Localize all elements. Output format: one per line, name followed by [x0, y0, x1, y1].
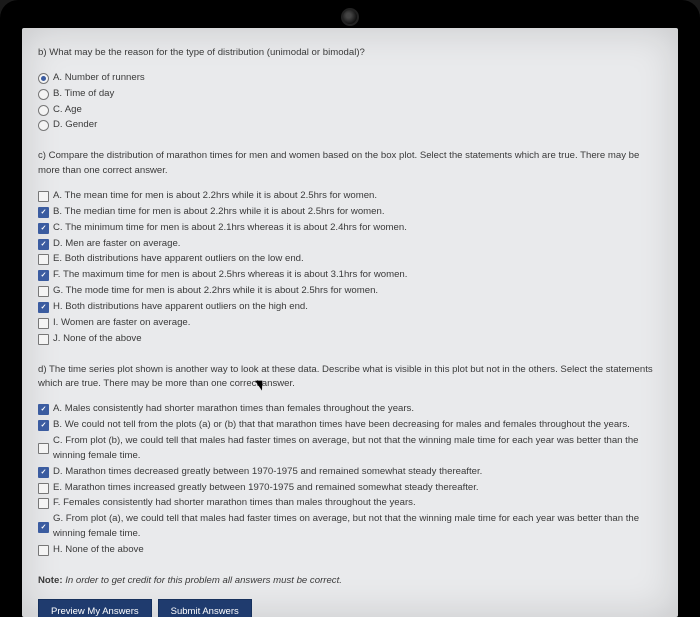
- option-label: G. The mode time for men is about 2.2hrs…: [53, 284, 378, 299]
- radio-icon[interactable]: [38, 120, 49, 131]
- option-label: D. Marathon times decreased greatly betw…: [53, 465, 482, 480]
- quiz-screen: b) What may be the reason for the type o…: [22, 28, 678, 617]
- checkbox-icon[interactable]: [38, 443, 49, 454]
- option-label: B. Time of day: [53, 87, 114, 102]
- question-c-prompt: c) Compare the distribution of marathon …: [38, 149, 662, 179]
- option-label: F. Females consistently had shorter mara…: [53, 496, 416, 511]
- checkbox-icon[interactable]: [38, 420, 49, 431]
- question-c-options: A. The mean time for men is about 2.2hrs…: [38, 189, 662, 347]
- checkbox-icon[interactable]: [38, 318, 49, 329]
- option-label: F. The maximum time for men is about 2.5…: [53, 268, 407, 283]
- checkbox-icon[interactable]: [38, 498, 49, 509]
- button-row: Preview My Answers Submit Answers: [38, 599, 662, 617]
- checkbox-icon[interactable]: [38, 545, 49, 556]
- option-d-h[interactable]: H. None of the above: [38, 543, 662, 558]
- checkbox-icon[interactable]: [38, 270, 49, 281]
- checkbox-icon[interactable]: [38, 239, 49, 250]
- option-label: A. Males consistently had shorter marath…: [53, 402, 414, 417]
- option-label: C. From plot (b), we could tell that mal…: [53, 434, 662, 464]
- option-d-b[interactable]: B. We could not tell from the plots (a) …: [38, 418, 662, 433]
- checkbox-icon[interactable]: [38, 483, 49, 494]
- option-c-e[interactable]: E. Both distributions have apparent outl…: [38, 252, 662, 267]
- checkbox-icon[interactable]: [38, 207, 49, 218]
- checkbox-icon[interactable]: [38, 467, 49, 478]
- credit-note: Note: In order to get credit for this pr…: [38, 574, 662, 589]
- radio-icon[interactable]: [38, 105, 49, 116]
- option-label: D. Men are faster on average.: [53, 237, 180, 252]
- option-d-f[interactable]: F. Females consistently had shorter mara…: [38, 496, 662, 511]
- option-c-a[interactable]: A. The mean time for men is about 2.2hrs…: [38, 189, 662, 204]
- submit-button[interactable]: Submit Answers: [158, 599, 252, 617]
- question-d-options: A. Males consistently had shorter marath…: [38, 402, 662, 558]
- option-d-e[interactable]: E. Marathon times increased greatly betw…: [38, 481, 662, 496]
- option-d-d[interactable]: D. Marathon times decreased greatly betw…: [38, 465, 662, 480]
- checkbox-icon[interactable]: [38, 404, 49, 415]
- option-label: H. Both distributions have apparent outl…: [53, 300, 308, 315]
- option-label: I. Women are faster on average.: [53, 316, 190, 331]
- option-label: H. None of the above: [53, 543, 144, 558]
- option-c-b[interactable]: B. The median time for men is about 2.2h…: [38, 205, 662, 220]
- option-label: C. Age: [53, 103, 82, 118]
- option-c-i[interactable]: I. Women are faster on average.: [38, 316, 662, 331]
- option-label: A. The mean time for men is about 2.2hrs…: [53, 189, 377, 204]
- option-d-c[interactable]: C. From plot (b), we could tell that mal…: [38, 434, 662, 464]
- laptop-frame: b) What may be the reason for the type o…: [0, 0, 700, 617]
- option-c-c[interactable]: C. The minimum time for men is about 2.1…: [38, 221, 662, 236]
- checkbox-icon[interactable]: [38, 223, 49, 234]
- option-label: E. Marathon times increased greatly betw…: [53, 481, 479, 496]
- checkbox-icon[interactable]: [38, 254, 49, 265]
- option-c-g[interactable]: G. The mode time for men is about 2.2hrs…: [38, 284, 662, 299]
- checkbox-icon[interactable]: [38, 286, 49, 297]
- option-b-d[interactable]: D. Gender: [38, 118, 662, 133]
- radio-icon[interactable]: [38, 73, 49, 84]
- option-label: G. From plot (a), we could tell that mal…: [53, 512, 662, 542]
- option-label: B. We could not tell from the plots (a) …: [53, 418, 630, 433]
- preview-button[interactable]: Preview My Answers: [38, 599, 152, 617]
- option-b-a[interactable]: A. Number of runners: [38, 71, 662, 86]
- checkbox-icon[interactable]: [38, 334, 49, 345]
- option-b-b[interactable]: B. Time of day: [38, 87, 662, 102]
- option-b-c[interactable]: C. Age: [38, 103, 662, 118]
- option-label: D. Gender: [53, 118, 97, 133]
- question-b-options: A. Number of runners B. Time of day C. A…: [38, 71, 662, 133]
- question-b-prompt: b) What may be the reason for the type o…: [38, 46, 662, 61]
- note-text: In order to get credit for this problem …: [65, 575, 342, 586]
- camera-icon: [341, 8, 359, 26]
- option-c-d[interactable]: D. Men are faster on average.: [38, 237, 662, 252]
- checkbox-icon[interactable]: [38, 522, 49, 533]
- checkbox-icon[interactable]: [38, 191, 49, 202]
- option-c-h[interactable]: H. Both distributions have apparent outl…: [38, 300, 662, 315]
- option-d-a[interactable]: A. Males consistently had shorter marath…: [38, 402, 662, 417]
- question-d-prompt: d) The time series plot shown is another…: [38, 363, 662, 393]
- option-d-g[interactable]: G. From plot (a), we could tell that mal…: [38, 512, 662, 542]
- option-label: J. None of the above: [53, 332, 142, 347]
- option-c-f[interactable]: F. The maximum time for men is about 2.5…: [38, 268, 662, 283]
- checkbox-icon[interactable]: [38, 302, 49, 313]
- note-prefix: Note:: [38, 575, 65, 586]
- option-label: E. Both distributions have apparent outl…: [53, 252, 304, 267]
- option-label: B. The median time for men is about 2.2h…: [53, 205, 385, 220]
- option-label: A. Number of runners: [53, 71, 145, 86]
- radio-icon[interactable]: [38, 89, 49, 100]
- option-label: C. The minimum time for men is about 2.1…: [53, 221, 407, 236]
- option-c-j[interactable]: J. None of the above: [38, 332, 662, 347]
